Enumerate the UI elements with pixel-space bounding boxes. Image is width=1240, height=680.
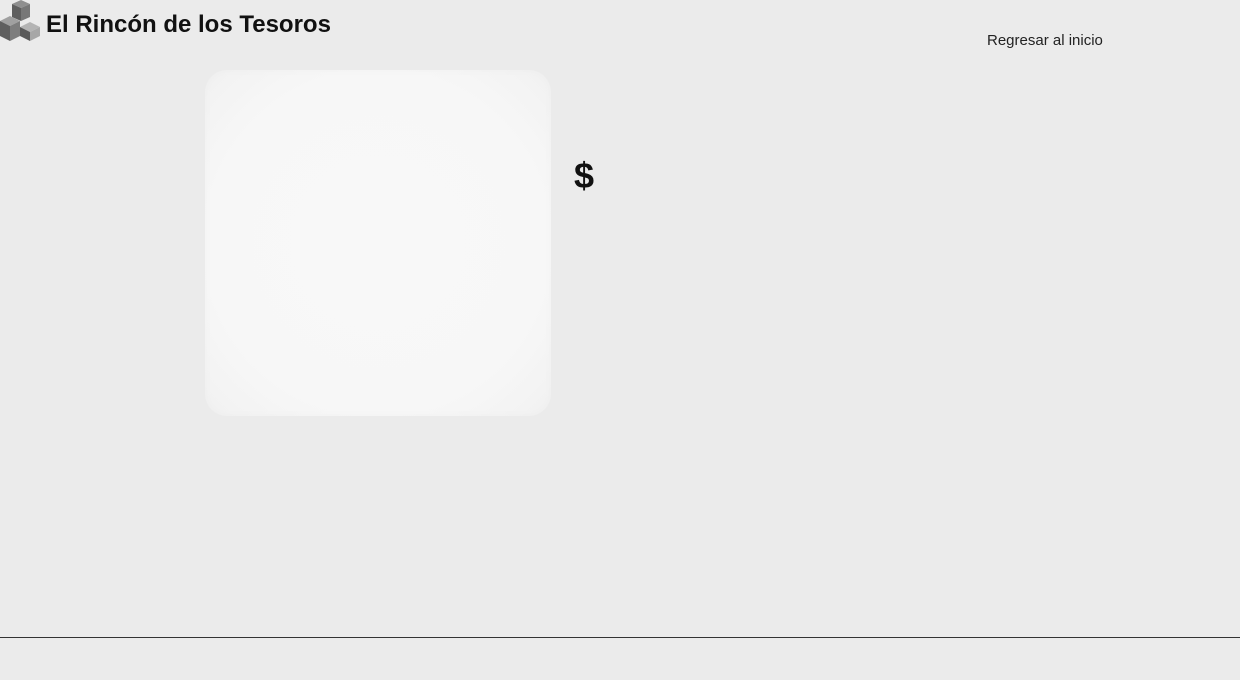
product-image [205, 70, 551, 416]
product-price: $ [574, 155, 595, 196]
return-home-link[interactable]: Regresar al inicio [987, 31, 1103, 50]
footer-divider [0, 637, 1240, 638]
site-header: El Rincón de los Tesoros Regresar al ini… [0, 0, 1240, 60]
cubes-logo-icon[interactable] [0, 0, 40, 42]
site-title: El Rincón de los Tesoros [46, 11, 331, 38]
